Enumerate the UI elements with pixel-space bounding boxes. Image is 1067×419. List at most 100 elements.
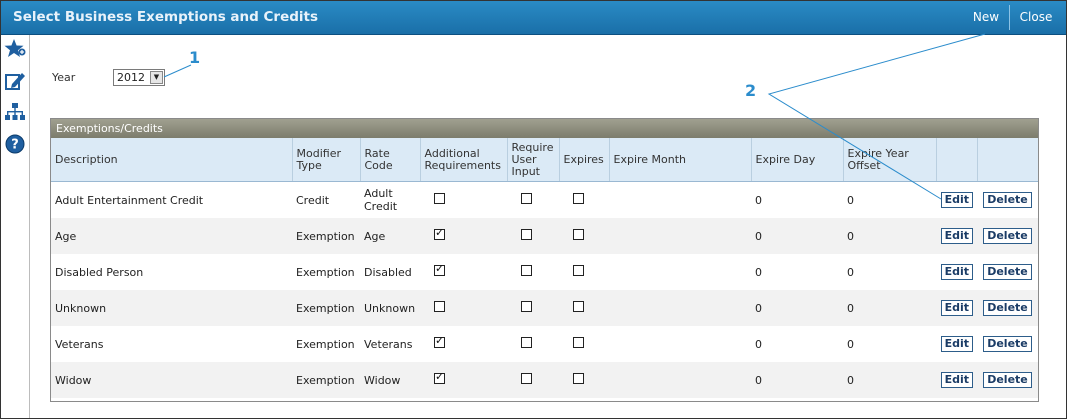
cell-delete: Delete [977, 326, 1038, 362]
cell-rate-code: Adult Credit [364, 187, 398, 213]
delete-button[interactable]: Delete [983, 228, 1032, 244]
cell-edit: Edit [936, 218, 977, 254]
close-button[interactable]: Close [1010, 1, 1062, 34]
cell-expire-month [609, 290, 751, 326]
help-icon[interactable]: ? [4, 133, 26, 155]
require-input-checkbox[interactable] [521, 337, 532, 348]
year-label: Year [52, 71, 76, 84]
cell-require-input [507, 290, 559, 326]
additional-checkbox[interactable] [434, 334, 445, 348]
require-input-checkbox[interactable] [521, 373, 532, 384]
expires-checkbox[interactable] [573, 301, 584, 312]
delete-button[interactable]: Delete [983, 264, 1032, 280]
cell-expire-month [609, 218, 751, 254]
col-modifier-type[interactable]: Modifier Type [292, 138, 361, 182]
additional-checkbox[interactable] [434, 262, 445, 276]
callout-1: 1 [189, 48, 201, 67]
col-expire-day[interactable]: Expire Day [751, 138, 844, 182]
cell-expire-day: 0 [751, 362, 843, 398]
col-expires[interactable]: Expires [559, 138, 610, 182]
col-require-user-input[interactable]: Require User Input [507, 138, 560, 182]
cell-expire-day: 0 [751, 218, 843, 254]
cell-additional [420, 218, 507, 254]
require-input-checkbox[interactable] [521, 265, 532, 276]
year-select[interactable]: 2012 ▼ [113, 69, 165, 86]
cell-modifier-type: Exemption [296, 337, 355, 351]
cell-expire-day: 0 [755, 265, 762, 279]
table-row[interactable]: Veterans Exemption Veterans 0 0 Edit Delete [51, 326, 1038, 362]
require-input-checkbox[interactable] [521, 301, 532, 312]
cell-require-input [507, 326, 559, 362]
header-row: Description Modifier Type Rate Code Addi… [51, 138, 1038, 182]
additional-checkbox[interactable] [434, 301, 445, 312]
require-input-checkbox[interactable] [521, 229, 532, 240]
expires-checkbox[interactable] [573, 193, 584, 204]
cell-additional [420, 326, 507, 362]
expires-checkbox[interactable] [573, 337, 584, 348]
title-bar: Select Business Exemptions and Credits N… [1, 1, 1066, 35]
expires-checkbox[interactable] [573, 265, 584, 276]
cell-expires [559, 182, 609, 219]
new-button[interactable]: New [963, 1, 1009, 34]
cell-additional [420, 254, 507, 290]
cell-delete: Delete [977, 362, 1038, 398]
cell-modifier-type: Exemption [292, 290, 360, 326]
cell-expire-year-offset: 0 [843, 218, 936, 254]
edit-button[interactable]: Edit [940, 228, 973, 244]
expires-checkbox[interactable] [573, 373, 584, 384]
delete-button[interactable]: Delete [983, 192, 1032, 208]
edit-icon[interactable] [4, 70, 26, 92]
col-description[interactable]: Description [51, 138, 293, 182]
additional-checkbox[interactable] [434, 226, 445, 240]
svg-text:?: ? [11, 138, 19, 153]
cell-delete: Delete [977, 182, 1038, 219]
grid-caption: Exemptions/Credits [51, 119, 1038, 138]
edit-button[interactable]: Edit [940, 336, 973, 352]
edit-button[interactable]: Edit [940, 372, 973, 388]
favorites-icon[interactable] [4, 38, 26, 60]
cell-description: Disabled Person [55, 265, 144, 279]
col-rate-code[interactable]: Rate Code [360, 138, 421, 182]
hierarchy-icon[interactable] [4, 101, 26, 123]
cell-edit: Edit [936, 326, 977, 362]
cell-description: Widow [51, 362, 292, 398]
cell-expire-month [609, 326, 751, 362]
exemptions-table: Description Modifier Type Rate Code Addi… [51, 138, 1038, 398]
delete-button[interactable]: Delete [983, 372, 1032, 388]
cell-edit: Edit [936, 290, 977, 326]
table-row[interactable]: Unknown Exemption Unknown 0 0 Edit Delete [51, 290, 1038, 326]
cell-additional [420, 290, 507, 326]
table-row[interactable]: AgeExemptionAge00EditDelete [51, 218, 1038, 254]
additional-checkbox[interactable] [434, 193, 445, 204]
cell-require-input [507, 182, 559, 219]
cell-rate-code: Disabled [364, 265, 412, 279]
table-row[interactable]: Disabled Person Exemption Disabled 0 0 Edit De… [51, 254, 1038, 290]
additional-checkbox[interactable] [434, 370, 445, 384]
edit-button[interactable]: Edit [940, 264, 973, 280]
edit-button[interactable]: Edit [940, 300, 973, 316]
cell-expires [559, 326, 609, 362]
require-input-checkbox[interactable] [521, 193, 532, 204]
col-additional-requirements[interactable]: Additional Requirements [420, 138, 508, 182]
cell-description: Veterans [55, 337, 104, 351]
cell-expire-year-offset: 0 [843, 362, 936, 398]
cell-require-input [507, 254, 559, 290]
cell-additional [420, 182, 507, 219]
table-row[interactable]: WidowExemptionWidow00EditDelete [51, 362, 1038, 398]
col-delete [977, 138, 1038, 182]
cell-expires [559, 254, 609, 290]
cell-expires [559, 362, 609, 398]
delete-button[interactable]: Delete [983, 300, 1032, 316]
cell-expire-day: 0 [751, 290, 843, 326]
cell-expire-year-offset: 0 [843, 290, 936, 326]
cell-expire-year-offset: 0 [847, 337, 854, 351]
table-row[interactable]: Adult Entertainment Credit Credit Adult Cr… [51, 182, 1038, 219]
col-expire-year-offset[interactable]: Expire Year Offset [843, 138, 937, 182]
chevron-down-icon[interactable]: ▼ [150, 71, 163, 84]
col-expire-month[interactable]: Expire Month [609, 138, 752, 182]
edit-button[interactable]: Edit [940, 192, 973, 208]
delete-button[interactable]: Delete [983, 336, 1032, 352]
expires-checkbox[interactable] [573, 229, 584, 240]
cell-expire-month [609, 254, 751, 290]
cell-expires [559, 290, 609, 326]
